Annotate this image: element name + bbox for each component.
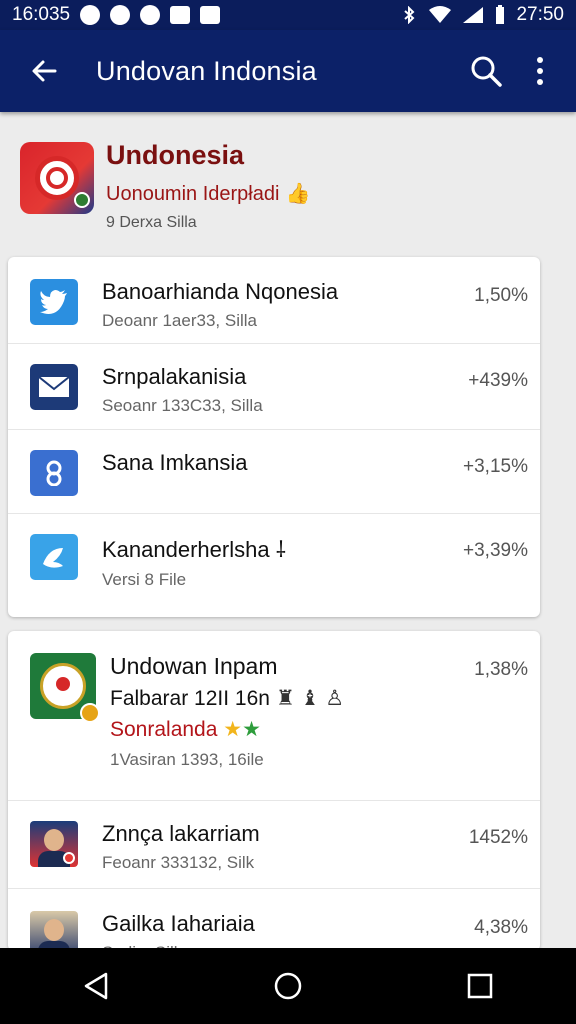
list-item-title: Gailka Iahariaia — [102, 911, 255, 936]
list-item-line2: Falbarar 12II 16n ♜ ♝ ♙ — [110, 687, 345, 710]
app-logo — [20, 142, 94, 214]
search-icon — [471, 56, 502, 87]
nav-back-button[interactable] — [60, 956, 132, 1016]
nav-recents-button[interactable] — [444, 956, 516, 1016]
nav-home-icon — [274, 972, 302, 1000]
developer-name: Uonoumin Iderpładi — [106, 183, 280, 205]
list-item-text: Znnça lakarriam Feoanr 333132, Silk — [102, 821, 518, 873]
list-item-value: 1,50% — [474, 285, 528, 306]
star-icon: ★ — [223, 718, 243, 741]
app-name: Undonesia — [106, 140, 245, 170]
status-time-left: 16:035 — [12, 4, 71, 25]
list-item-title: Srnpalakanisia — [102, 364, 247, 389]
list-item[interactable]: Srnpalakanisia Seoanr 133C33, Silla +439… — [8, 344, 540, 430]
list-item[interactable]: Znnça lakarriam Feoanr 333132, Silk 1452… — [8, 801, 540, 889]
signal-icon — [463, 7, 484, 23]
list-item-text: Kananderherlsha ⸸ Versi 8 File — [102, 534, 518, 590]
stats-card-1: Banoarhianda Nqonesia Deoanr 1aer33, Sil… — [8, 257, 540, 617]
status-time-right: 27:50 — [516, 4, 564, 25]
list-item-text: Gailka Iahariaia Sadi... Silla — [102, 911, 518, 951]
mail-icon — [30, 364, 78, 410]
status-bar-right: 27:50 — [400, 4, 564, 26]
user-icon — [30, 450, 78, 496]
notification-icon — [140, 5, 161, 25]
list-item-text: Banoarhianda Nqonesia Deoanr 1aer33, Sil… — [102, 279, 518, 331]
list-item[interactable]: Kananderherlsha ⸸ Versi 8 File +3,39% — [8, 514, 540, 617]
list-item-title: Undowan Inpam — [110, 653, 278, 679]
list-item-value: 1452% — [468, 827, 528, 848]
list-item-text: Sana Imkansia — [102, 450, 518, 476]
list-item-title: Sana Imkansia — [102, 450, 248, 475]
list-item-subtitle: Versi 8 File — [102, 570, 187, 589]
star-icon: ★ — [242, 718, 261, 741]
more-vert-icon — [537, 57, 543, 85]
twitter-icon — [30, 279, 78, 325]
list-item[interactable]: Sana Imkansia +3,15% — [8, 430, 540, 514]
thumbs-up-icon: 👍 — [285, 183, 311, 205]
notification-icon — [80, 5, 101, 25]
list-item-value: 4,38% — [474, 917, 528, 938]
battery-icon — [496, 5, 505, 24]
logo-inner-ring-icon — [46, 167, 68, 189]
notification-icon — [200, 6, 221, 24]
status-bar: 16:035 27:50 — [0, 0, 576, 30]
list-item-subtitle: 1Vasiran 1393, 16ile — [110, 750, 264, 769]
bluetooth-icon — [404, 6, 415, 24]
wifi-icon — [429, 6, 452, 23]
stats-card-2: Undowan Inpam Falbarar 12II 16n ♜ ♝ ♙ Son… — [8, 631, 540, 951]
back-button[interactable] — [16, 43, 72, 99]
status-dot-icon — [63, 852, 75, 864]
notification-icon — [110, 5, 131, 25]
page-title: Undovan Indonsia — [96, 55, 317, 86]
emblem-dot-icon — [56, 677, 70, 691]
featured-app-icon — [30, 653, 100, 723]
list-item-title: Banoarhianda Nqonesia — [102, 279, 339, 304]
list-item-subtitle: Deoanr 1aer33, Silla — [102, 311, 257, 330]
nav-home-button[interactable] — [252, 956, 324, 1016]
list-item-value: 1,38% — [474, 659, 528, 680]
app-meta: 9 Derxa Silla — [106, 214, 197, 231]
arrow-back-icon — [32, 60, 57, 82]
search-button[interactable] — [462, 43, 510, 99]
featured-list-item[interactable]: Undowan Inpam Falbarar 12II 16n ♜ ♝ ♙ Son… — [8, 631, 540, 801]
app-developer[interactable]: Uonoumin Iderpładi 👍 — [106, 181, 310, 206]
list-item-value: +439% — [468, 370, 528, 391]
list-item-subtitle: Feoanr 333132, Silk — [102, 853, 255, 872]
list-item-line3: Sonralanda ★★ — [110, 718, 261, 741]
app-info: Undonesia Uonoumin Iderpładi 👍 9 Derxa Si… — [106, 130, 310, 240]
list-item-text: Undowan Inpam Falbarar 12II 16n ♜ ♝ ♙ Son… — [110, 653, 518, 770]
list-item-title: Kananderherlsha ⸸ — [102, 537, 287, 562]
nav-back-icon — [84, 972, 108, 1000]
person-avatar — [30, 821, 78, 867]
chess-symbols-icon: ♜ ♝ ♙ — [275, 687, 345, 710]
list-item-subtitle: Seoanr 133C33, Silla — [102, 396, 263, 415]
list-item-value: +3,15% — [463, 456, 528, 477]
list-item[interactable]: Gailka Iahariaia Sadi... Silla 4,38% — [8, 889, 540, 951]
emblem-badge-icon — [80, 703, 100, 723]
fish-icon — [30, 534, 78, 580]
person-avatar — [30, 911, 78, 951]
nav-recents-icon — [467, 973, 493, 999]
list-item-title: Znnça lakarriam — [102, 821, 260, 846]
more-options-button[interactable] — [516, 43, 564, 99]
cursor-icon: ⸸ — [275, 537, 287, 562]
app-header: Undonesia Uonoumin Iderpładi 👍 9 Derxa Si… — [20, 130, 556, 240]
notification-icon — [170, 6, 191, 24]
logo-badge-icon — [74, 192, 90, 208]
status-bar-left: 16:035 — [12, 4, 221, 26]
list-item-value: +3,39% — [463, 540, 528, 561]
list-item[interactable]: Banoarhianda Nqonesia Deoanr 1aer33, Sil… — [8, 257, 540, 344]
app-bar: Undovan Indonsia — [0, 30, 576, 112]
system-nav-bar — [0, 948, 576, 1024]
list-item-text: Srnpalakanisia Seoanr 133C33, Silla — [102, 364, 518, 416]
